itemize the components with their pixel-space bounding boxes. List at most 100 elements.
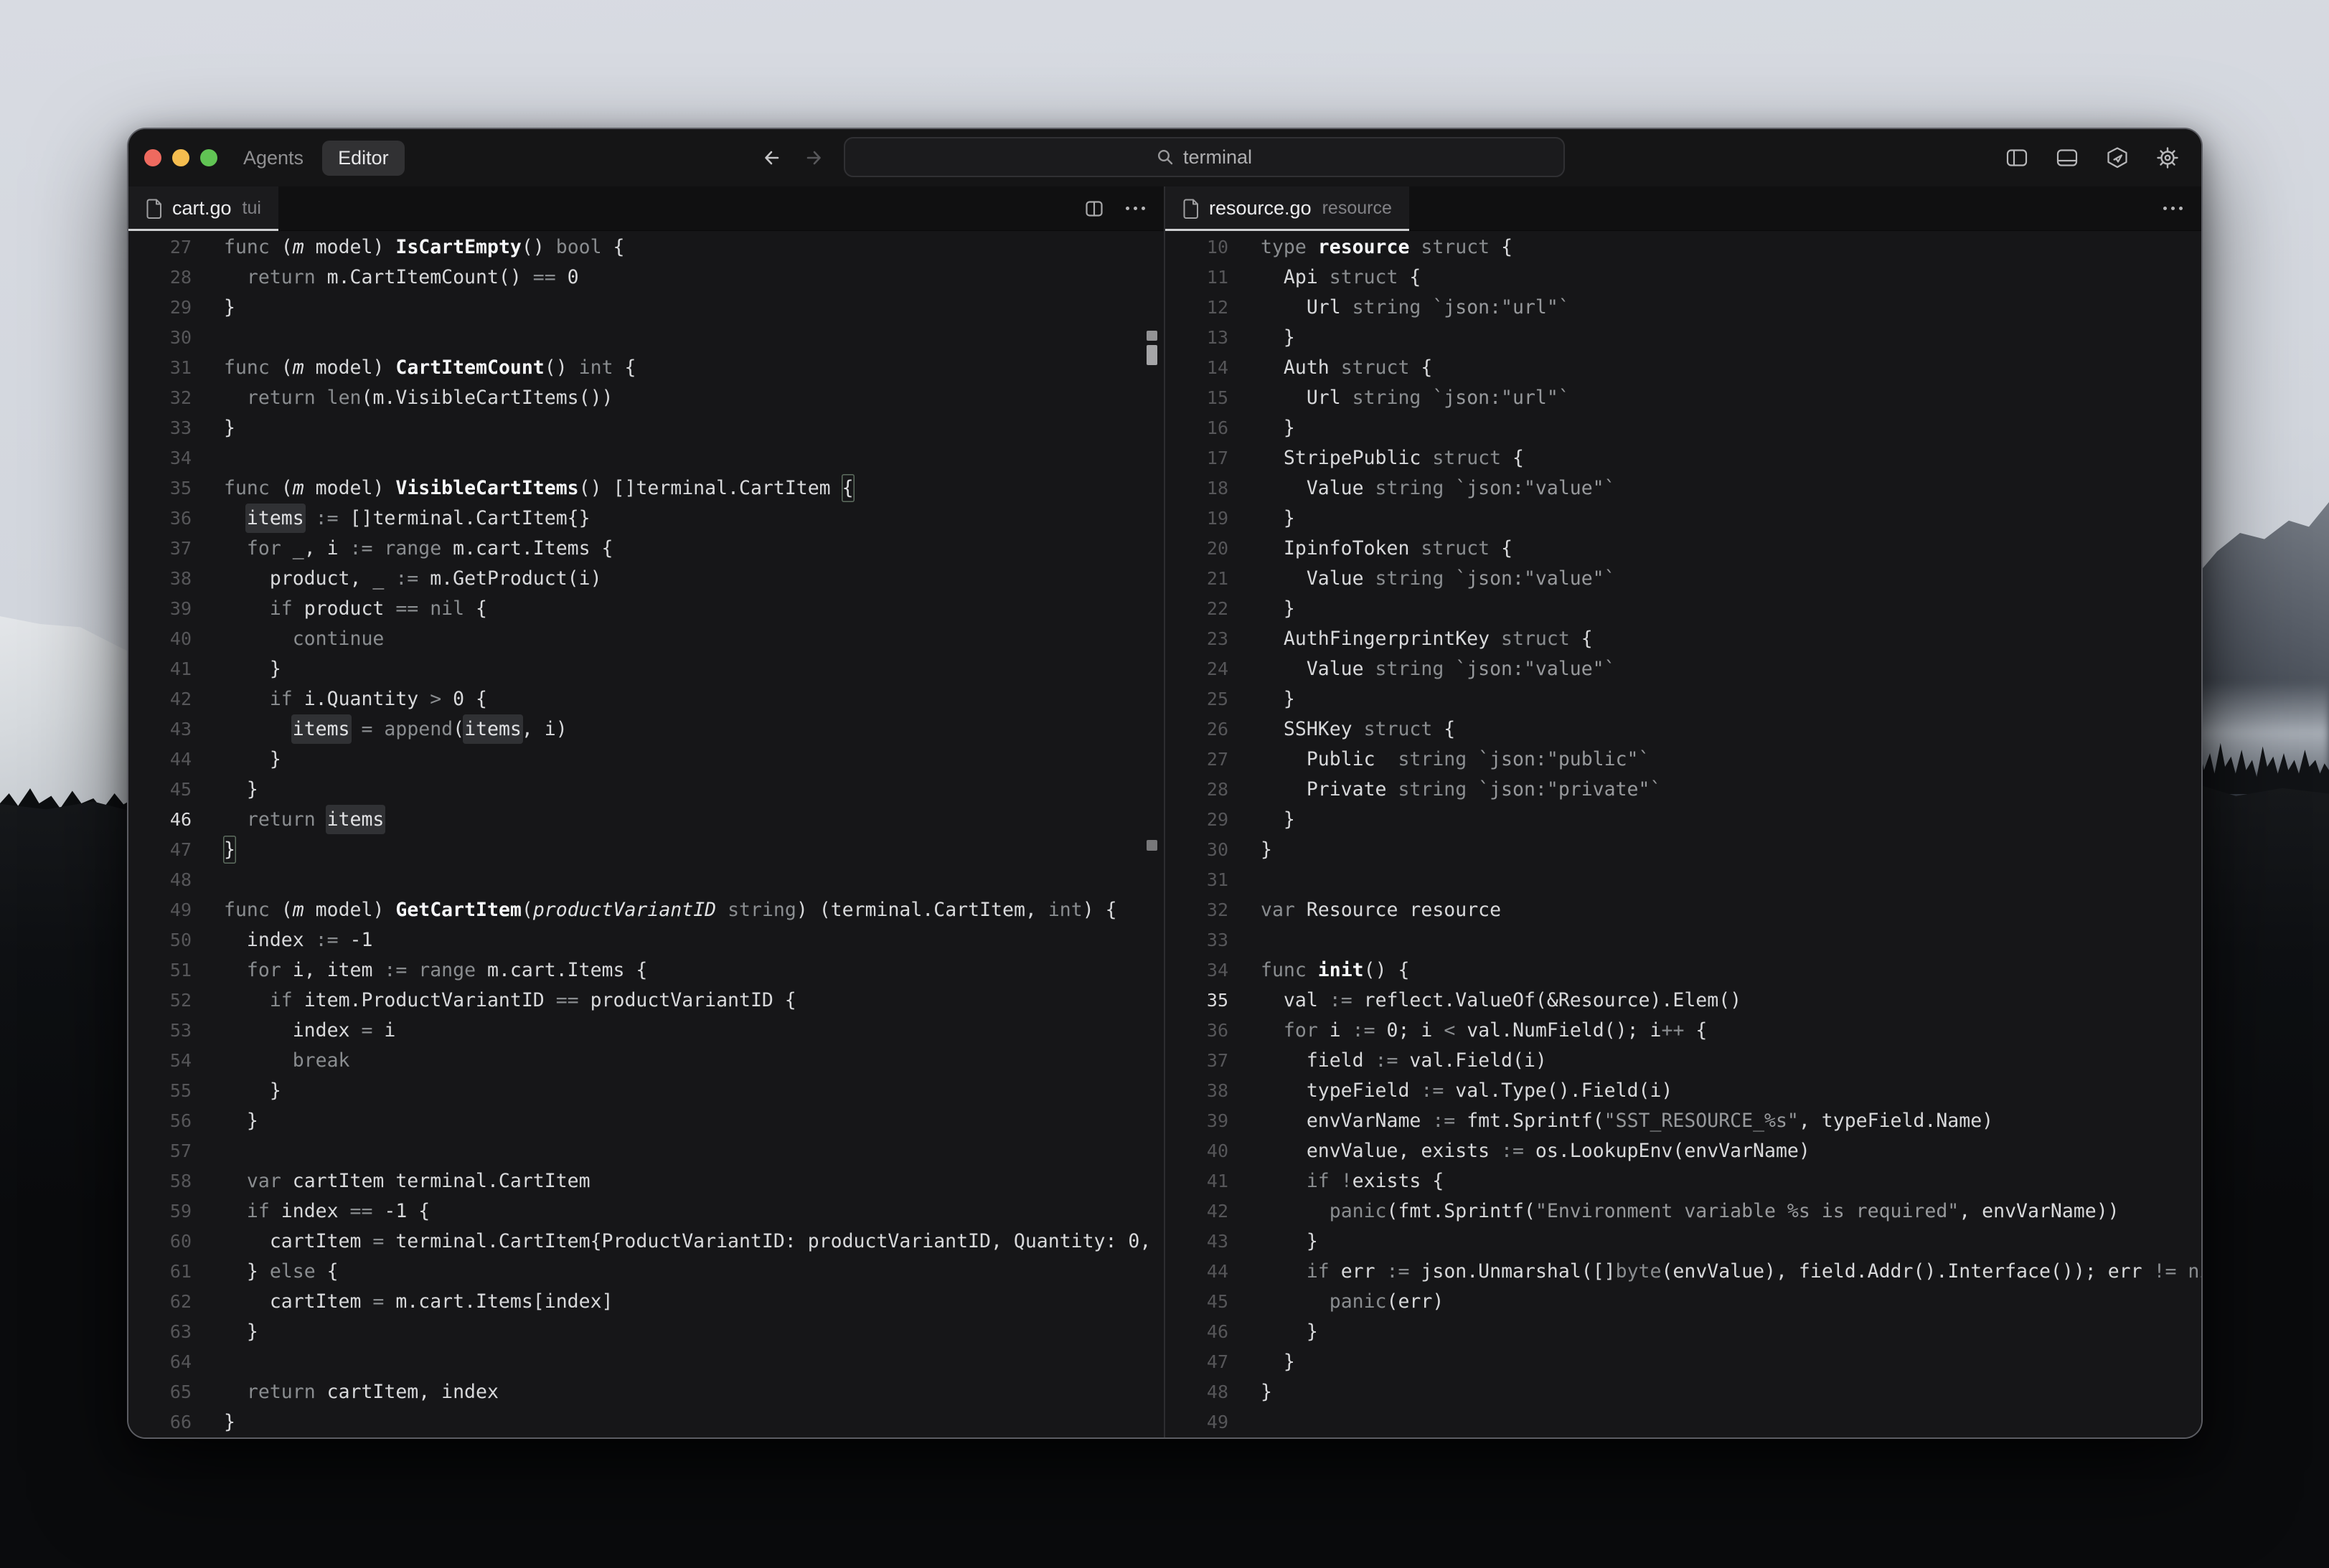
code-line[interactable]: 57: [128, 1136, 1164, 1166]
close-button[interactable]: [144, 149, 161, 166]
search-bar[interactable]: terminal: [844, 137, 1565, 177]
code-line[interactable]: 55 }: [128, 1076, 1164, 1106]
code-line[interactable]: 44 }: [128, 745, 1164, 775]
split-pane-button[interactable]: [1084, 199, 1104, 219]
code-line[interactable]: 39 envVarName := fmt.Sprintf("SST_RESOUR…: [1165, 1106, 2201, 1136]
code-line[interactable]: 18 Value string `json:"value"`: [1165, 473, 2201, 504]
code-line[interactable]: 31: [1165, 865, 2201, 895]
code-line[interactable]: 19 }: [1165, 504, 2201, 534]
code-line[interactable]: 17 StripePublic struct {: [1165, 443, 2201, 473]
code-line[interactable]: 32var Resource resource: [1165, 895, 2201, 925]
code-line[interactable]: 49: [1165, 1407, 2201, 1437]
code-line[interactable]: 47}: [128, 835, 1164, 865]
code-line[interactable]: 37 for _, i := range m.cart.Items {: [128, 534, 1164, 564]
code-line[interactable]: 40 continue: [128, 624, 1164, 654]
code-line[interactable]: 24 Value string `json:"value"`: [1165, 654, 2201, 684]
code-line[interactable]: 66}: [128, 1407, 1164, 1437]
code-line[interactable]: 56 }: [128, 1106, 1164, 1136]
code-line[interactable]: 52 if item.ProductVariantID == productVa…: [128, 986, 1164, 1016]
code-line[interactable]: 41 }: [128, 654, 1164, 684]
code-line[interactable]: 60 cartItem = terminal.CartItem{ProductV…: [128, 1227, 1164, 1257]
code-line[interactable]: 40 envValue, exists := os.LookupEnv(envV…: [1165, 1136, 2201, 1166]
code-line[interactable]: 45 }: [128, 775, 1164, 805]
code-line[interactable]: 42 if i.Quantity > 0 {: [128, 684, 1164, 714]
titlebar[interactable]: Agents Editor terminal: [128, 129, 2201, 186]
code-line[interactable]: 28 Private string `json:"private"`: [1165, 775, 2201, 805]
code-line[interactable]: 48}: [1165, 1377, 2201, 1407]
code-pane-cart-go[interactable]: 27func (m model) IsCartEmpty() bool {28 …: [128, 231, 1164, 1437]
code-line[interactable]: 28 return m.CartItemCount() == 0: [128, 263, 1164, 293]
code-line[interactable]: 43 items = append(items, i): [128, 714, 1164, 745]
code-line[interactable]: 20 IpinfoToken struct {: [1165, 534, 2201, 564]
code-line[interactable]: 62 cartItem = m.cart.Items[index]: [128, 1287, 1164, 1317]
code-line[interactable]: 15 Url string `json:"url"`: [1165, 383, 2201, 413]
file-tab-resource-go[interactable]: resource.go resource: [1165, 186, 1409, 230]
tab-agents[interactable]: Agents: [243, 147, 304, 169]
code-line[interactable]: 26 SSHKey struct {: [1165, 714, 2201, 745]
code-line[interactable]: 27func (m model) IsCartEmpty() bool {: [128, 232, 1164, 263]
code-line[interactable]: 13 }: [1165, 323, 2201, 353]
code-line[interactable]: 38 typeField := val.Type().Field(i): [1165, 1076, 2201, 1106]
code-line[interactable]: 45 panic(err): [1165, 1287, 2201, 1317]
zoom-button[interactable]: [200, 149, 217, 166]
code-line[interactable]: 38 product, _ := m.GetProduct(i): [128, 564, 1164, 594]
code-line[interactable]: 51 for i, item := range m.cart.Items {: [128, 955, 1164, 986]
code-line[interactable]: 65 return cartItem, index: [128, 1377, 1164, 1407]
code-line[interactable]: 50 index := -1: [128, 925, 1164, 955]
code-line[interactable]: 43 }: [1165, 1227, 2201, 1257]
minimize-button[interactable]: [172, 149, 189, 166]
code-line[interactable]: 36 items := []terminal.CartItem{}: [128, 504, 1164, 534]
code-line[interactable]: 39 if product == nil {: [128, 594, 1164, 624]
settings-button[interactable]: [2155, 146, 2180, 170]
code-line[interactable]: 46 }: [1165, 1317, 2201, 1347]
more-options-button[interactable]: [2163, 207, 2183, 210]
code-line[interactable]: 14 Auth struct {: [1165, 353, 2201, 383]
code-line[interactable]: 61 } else {: [128, 1257, 1164, 1287]
back-button[interactable]: [760, 129, 784, 186]
code-line[interactable]: 35func (m model) VisibleCartItems() []te…: [128, 473, 1164, 504]
code-line[interactable]: 25 }: [1165, 684, 2201, 714]
code-line[interactable]: 31func (m model) CartItemCount() int {: [128, 353, 1164, 383]
code-line[interactable]: 23 AuthFingerprintKey struct {: [1165, 624, 2201, 654]
code-line[interactable]: 41 if !exists {: [1165, 1166, 2201, 1196]
extensions-button[interactable]: [2105, 146, 2130, 170]
code-line[interactable]: 30}: [1165, 835, 2201, 865]
tab-editor[interactable]: Editor: [322, 141, 405, 176]
code-line[interactable]: 22 }: [1165, 594, 2201, 624]
code-line[interactable]: 64: [128, 1347, 1164, 1377]
code-line[interactable]: 33}: [128, 413, 1164, 443]
code-line[interactable]: 29 }: [1165, 805, 2201, 835]
code-line[interactable]: 46 return items: [128, 805, 1164, 835]
code-line[interactable]: 63 }: [128, 1317, 1164, 1347]
code-line[interactable]: 49func (m model) GetCartItem(productVari…: [128, 895, 1164, 925]
code-line[interactable]: 53 index = i: [128, 1016, 1164, 1046]
code-line[interactable]: 10type resource struct {: [1165, 232, 2201, 263]
file-tab-cart-go[interactable]: cart.go tui: [128, 186, 278, 230]
toggle-bottom-dock-button[interactable]: [2055, 146, 2079, 170]
code-line[interactable]: 21 Value string `json:"value"`: [1165, 564, 2201, 594]
code-line[interactable]: 12 Url string `json:"url"`: [1165, 293, 2201, 323]
code-line[interactable]: 34: [128, 443, 1164, 473]
code-line[interactable]: 35 val := reflect.ValueOf(&Resource).Ele…: [1165, 986, 2201, 1016]
code-line[interactable]: 54 break: [128, 1046, 1164, 1076]
code-line[interactable]: 44 if err := json.Unmarshal([]byte(envVa…: [1165, 1257, 2201, 1287]
forward-button[interactable]: [801, 129, 826, 186]
code-line[interactable]: 42 panic(fmt.Sprintf("Environment variab…: [1165, 1196, 2201, 1227]
toggle-left-dock-button[interactable]: [2005, 146, 2029, 170]
code-line[interactable]: 11 Api struct {: [1165, 263, 2201, 293]
code-line[interactable]: 16 }: [1165, 413, 2201, 443]
code-line[interactable]: 36 for i := 0; i < val.NumField(); i++ {: [1165, 1016, 2201, 1046]
code-line[interactable]: 32 return len(m.VisibleCartItems()): [128, 383, 1164, 413]
more-options-button[interactable]: [1126, 207, 1145, 210]
code-line[interactable]: 47 }: [1165, 1347, 2201, 1377]
code-line[interactable]: 33: [1165, 925, 2201, 955]
code-line[interactable]: 30: [128, 323, 1164, 353]
code-line[interactable]: 58 var cartItem terminal.CartItem: [128, 1166, 1164, 1196]
code-line[interactable]: 34func init() {: [1165, 955, 2201, 986]
code-line[interactable]: 59 if index == -1 {: [128, 1196, 1164, 1227]
code-line[interactable]: 37 field := val.Field(i): [1165, 1046, 2201, 1076]
code-line[interactable]: 27 Public string `json:"public"`: [1165, 745, 2201, 775]
code-line[interactable]: 48: [128, 865, 1164, 895]
code-line[interactable]: 29}: [128, 293, 1164, 323]
code-pane-resource-go[interactable]: 10type resource struct {11 Api struct {1…: [1165, 231, 2201, 1437]
